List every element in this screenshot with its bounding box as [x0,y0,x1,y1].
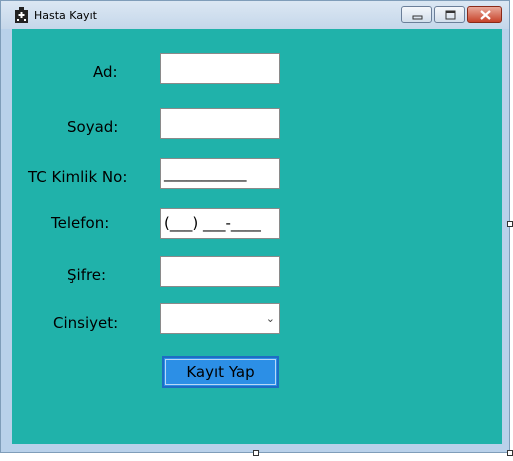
resize-handle-right[interactable] [507,221,513,227]
tc-kimlik-label: TC Kimlik No: [28,168,128,186]
chevron-down-icon: ⌄ [265,312,275,325]
ad-input[interactable] [160,53,280,84]
window-title: Hasta Kayıt [34,9,97,22]
cinsiyet-label: Cinsiyet: [53,314,119,332]
minimize-icon [412,15,423,20]
cinsiyet-select[interactable]: ⌄ [160,303,280,334]
hospital-icon [15,7,28,23]
resize-handle-bottom[interactable] [253,450,259,456]
minimize-button[interactable] [401,6,432,23]
maximize-button[interactable] [434,6,465,23]
soyad-input[interactable] [160,108,280,139]
kayit-yap-button[interactable]: Kayıt Yap [162,356,279,388]
title-bar[interactable]: Hasta Kayıt [1,1,509,29]
soyad-label: Soyad: [67,118,119,136]
form-window: Hasta Kayıt Ad: Soyad: TC Kimlik No: ___… [0,0,510,453]
close-button[interactable] [467,6,502,23]
close-icon [480,10,491,20]
resize-handle-corner[interactable] [507,450,513,456]
sifre-label: Şifre: [67,266,107,284]
sifre-input[interactable] [160,256,280,287]
telefon-label: Telefon: [51,214,110,232]
tc-kimlik-input[interactable]: ___________ [160,158,280,189]
maximize-icon [445,10,456,20]
ad-label: Ad: [93,63,118,81]
telefon-input[interactable]: (___) ___-____ [160,208,280,239]
form-client-area: Ad: Soyad: TC Kimlik No: ___________ Tel… [12,29,502,444]
